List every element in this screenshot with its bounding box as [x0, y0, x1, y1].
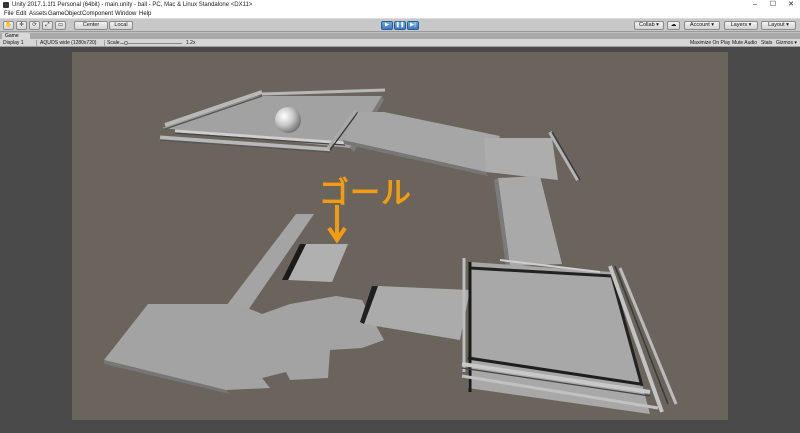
layout-dropdown[interactable]: Layout ▾	[761, 21, 796, 30]
close-button[interactable]: ✕	[782, 0, 800, 10]
rotate-tool-button[interactable]: ⟳	[29, 21, 40, 30]
menu-assets[interactable]: Assets	[29, 11, 47, 18]
aspect-dropdown[interactable]: AQUOS wide (1280x720)	[40, 40, 96, 46]
unity-logo-icon	[3, 2, 9, 8]
cloud-icon[interactable]: ☁	[667, 21, 680, 30]
window-title-bar: Unity 2017.1.1f1 Personal (64bit) - main…	[0, 0, 800, 10]
layers-label: Layers ▾	[730, 22, 752, 28]
large-right-platform	[461, 258, 678, 414]
menu-help[interactable]: Help	[139, 11, 151, 18]
bridge-platform	[494, 176, 562, 266]
divider	[104, 40, 105, 46]
scale-tool-button[interactable]: ⤢	[42, 21, 53, 30]
space-label: Local	[114, 22, 128, 28]
goal-arrow-icon	[327, 205, 347, 244]
game-view-bar: Display 1 AQUOS wide (1280x720) Scale 1.…	[0, 39, 800, 47]
account-label: Account ▾	[689, 22, 715, 28]
scale-label: Scale	[107, 40, 120, 46]
pivot-label: Center	[82, 22, 100, 28]
display-dropdown[interactable]: Display 1	[3, 40, 24, 46]
menu-file[interactable]: File	[4, 11, 14, 18]
menu-bar: File Edit Assets GameObject Component Wi…	[0, 10, 800, 19]
minimize-button[interactable]: –	[746, 0, 764, 10]
scale-slider-track[interactable]	[120, 42, 182, 44]
ramp-platform	[343, 112, 500, 176]
game-viewport[interactable]: ゴール	[72, 52, 728, 420]
scene-render	[104, 88, 678, 414]
right-upper-platform	[484, 130, 581, 182]
window-title: Unity 2017.1.1f1 Personal (64bit) - main…	[12, 2, 253, 8]
stats-toggle[interactable]: Stats	[761, 40, 772, 46]
move-tool-button[interactable]: ✛	[16, 21, 27, 30]
main-toolbar: ✋ ✛ ⟳ ⤢ ▭ Center Local ▶ ❚❚ ▶| Collab ▾ …	[0, 19, 800, 32]
gizmos-dropdown[interactable]: Gizmos ▾	[776, 40, 797, 46]
maximize-button[interactable]: ☐	[764, 0, 782, 10]
pause-button[interactable]: ❚❚	[394, 21, 406, 30]
menu-window[interactable]: Window	[115, 11, 136, 18]
collab-label: Collab ▾	[639, 22, 659, 28]
step-button[interactable]: ▶|	[407, 21, 419, 30]
bottom-left-platform	[104, 296, 384, 394]
account-dropdown[interactable]: Account ▾	[684, 21, 720, 30]
menu-gameobject[interactable]: GameObject	[48, 11, 82, 18]
collab-dropdown[interactable]: Collab ▾	[634, 21, 664, 30]
menu-edit[interactable]: Edit	[16, 11, 26, 18]
rect-tool-button[interactable]: ▭	[55, 21, 66, 30]
layout-label: Layout ▾	[768, 22, 789, 28]
scale-value: 1.2x	[186, 40, 196, 46]
player-ball	[275, 107, 301, 133]
space-local-toggle[interactable]: Local	[109, 21, 133, 30]
mute-audio-toggle[interactable]: Mute Audio	[732, 40, 757, 46]
maximize-on-play-toggle[interactable]: Maximize On Play	[690, 40, 730, 46]
pivot-center-toggle[interactable]: Center	[74, 21, 108, 30]
play-button[interactable]: ▶	[381, 21, 393, 30]
menu-component[interactable]: Component	[82, 11, 113, 18]
divider	[36, 40, 37, 46]
layers-dropdown[interactable]: Layers ▾	[724, 21, 758, 30]
hand-tool-button[interactable]: ✋	[3, 21, 14, 30]
scale-slider-thumb[interactable]	[124, 41, 128, 45]
goal-platform	[282, 244, 348, 282]
